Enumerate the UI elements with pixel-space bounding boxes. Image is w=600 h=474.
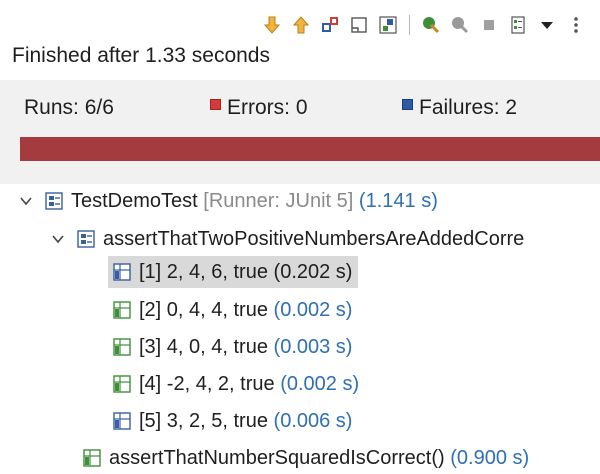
- case-4-label: [4] -2, 4, 2, true: [139, 372, 275, 395]
- tree-case-2[interactable]: [2] 0, 4, 4, true (0.002 s): [112, 294, 352, 326]
- tree-method-2[interactable]: assertThatNumberSquaredIsCorrect() (0.90…: [82, 442, 529, 474]
- case-5-label: [5] 3, 2, 5, true: [139, 409, 268, 432]
- test-failed-icon: [112, 411, 132, 431]
- tree-method-1[interactable]: assertThatTwoPositiveNumbersAreAddedCorr…: [50, 223, 524, 255]
- previous-failure-icon[interactable]: [291, 15, 311, 35]
- chevron-down-icon[interactable]: [50, 232, 66, 246]
- case-2-label: [2] 0, 4, 4, true: [139, 298, 268, 321]
- test-history-icon[interactable]: [508, 15, 528, 35]
- more-icon[interactable]: [566, 15, 586, 35]
- stop-icon[interactable]: [479, 15, 499, 35]
- test-failed-icon: [112, 262, 132, 282]
- rerun-test-icon[interactable]: [421, 15, 441, 35]
- test-passed-icon: [82, 448, 102, 468]
- errors-label: Errors: 0: [227, 96, 308, 119]
- case-5-time: (0.006 s): [273, 409, 353, 432]
- error-icon: [210, 98, 221, 110]
- case-3-label: [3] 4, 0, 4, true: [139, 335, 268, 358]
- root-time: (1.141 s): [358, 189, 438, 212]
- test-passed-icon: [112, 300, 132, 320]
- method-2-time: (0.900 s): [450, 446, 530, 469]
- status-text: Finished after 1.33 seconds: [12, 44, 270, 67]
- case-3-time: (0.003 s): [273, 335, 353, 358]
- test-passed-icon: [112, 374, 132, 394]
- test-suite-failed-icon: [76, 229, 96, 249]
- root-runner: [Runner: JUnit 5]: [203, 189, 354, 212]
- method-2-name: assertThatNumberSquaredIsCorrect(): [109, 446, 445, 469]
- scroll-lock-icon[interactable]: [349, 15, 369, 35]
- failure-icon: [402, 98, 413, 110]
- test-suite-failed-icon: [44, 191, 64, 211]
- failures-counter: Failures: 2: [402, 96, 517, 120]
- tree-root[interactable]: TestDemoTest [Runner: JUnit 5] (1.141 s): [18, 185, 438, 217]
- tree-case-3[interactable]: [3] 4, 0, 4, true (0.003 s): [112, 331, 352, 363]
- show-failures-only-icon[interactable]: [320, 15, 340, 35]
- rerun-failed-first-icon[interactable]: [450, 15, 470, 35]
- runs-label: Runs: 6/6: [24, 96, 114, 119]
- junit-view: Finished after 1.33 seconds Runs: 6/6 Er…: [0, 0, 600, 474]
- runs-counter: Runs: 6/6: [24, 96, 114, 120]
- next-failure-icon[interactable]: [262, 15, 282, 35]
- junit-toolbar: [262, 10, 586, 40]
- case-4-time: (0.002 s): [280, 372, 360, 395]
- show-skipped-icon[interactable]: [378, 15, 398, 35]
- chevron-down-icon[interactable]: [18, 194, 34, 208]
- failures-label: Failures: 2: [419, 96, 518, 119]
- method-1-name: assertThatTwoPositiveNumbersAreAddedCorr…: [103, 227, 525, 250]
- tree-case-5[interactable]: [5] 3, 2, 5, true (0.006 s): [112, 405, 352, 437]
- case-1-time: (0.202 s): [273, 260, 353, 283]
- case-1-label: [1] 2, 4, 6, true: [139, 260, 268, 283]
- case-2-time: (0.002 s): [273, 298, 353, 321]
- toolbar-separator: [409, 15, 410, 35]
- test-passed-icon: [112, 337, 132, 357]
- errors-counter: Errors: 0: [210, 96, 308, 120]
- tree-case-1[interactable]: [1] 2, 4, 6, true (0.202 s): [108, 256, 359, 288]
- counters-panel: Runs: 6/6 Errors: 0 Failures: 2: [0, 80, 600, 184]
- tree-case-4[interactable]: [4] -2, 4, 2, true (0.002 s): [112, 368, 359, 400]
- root-name: TestDemoTest: [71, 189, 198, 212]
- view-menu-icon[interactable]: [537, 15, 557, 35]
- progress-bar: [20, 137, 600, 161]
